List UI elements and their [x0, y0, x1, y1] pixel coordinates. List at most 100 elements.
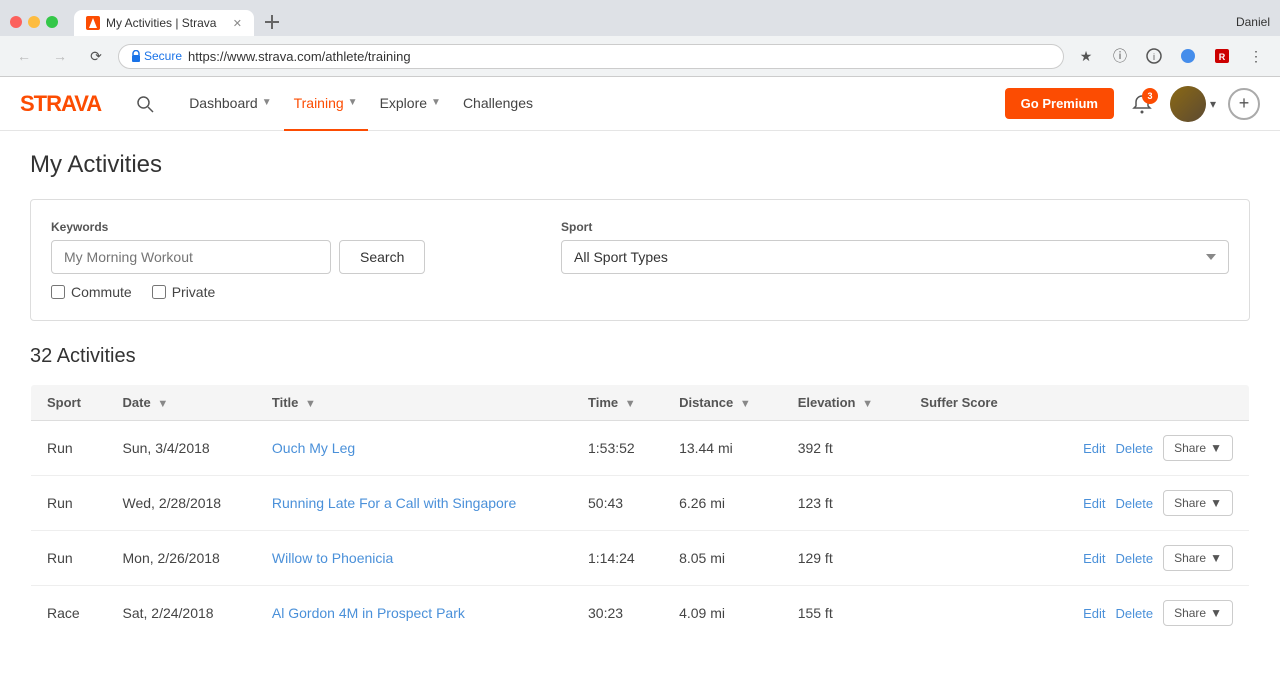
th-elevation[interactable]: Elevation ▼ — [782, 385, 905, 421]
activity-link[interactable]: Willow to Phoenicia — [272, 550, 393, 566]
browser-toolbar: ← → ⟳ Secure https://www.strava.com/athl… — [0, 36, 1280, 77]
filter-row: Keywords Search Sport All Sport Types — [51, 220, 1229, 274]
navbar: STRAVA Dashboard ▼ Training ▼ Explore ▼ … — [0, 77, 1280, 131]
search-button[interactable]: Search — [339, 240, 425, 274]
share-dropdown-arrow: ▼ — [1210, 441, 1222, 455]
row-elevation: 392 ft — [782, 421, 905, 476]
th-time[interactable]: Time ▼ — [572, 385, 663, 421]
keywords-input[interactable] — [51, 240, 331, 274]
row-actions: Edit Delete Share ▼ — [1030, 421, 1250, 476]
row-date: Mon, 2/26/2018 — [107, 531, 256, 586]
delete-button[interactable]: Delete — [1116, 551, 1154, 566]
filter-panel: Keywords Search Sport All Sport Types Co… — [30, 199, 1250, 321]
app: STRAVA Dashboard ▼ Training ▼ Explore ▼ … — [0, 77, 1280, 661]
share-dropdown-arrow: ▼ — [1210, 606, 1222, 620]
activities-count: 32 Activities — [30, 345, 1250, 368]
dashboard-dropdown-arrow: ▼ — [262, 97, 272, 108]
private-checkbox-label[interactable]: Private — [152, 284, 216, 300]
share-button[interactable]: Share ▼ — [1163, 435, 1233, 461]
delete-button[interactable]: Delete — [1116, 606, 1154, 621]
nav-links: Dashboard ▼ Training ▼ Explore ▼ Challen… — [179, 77, 984, 131]
go-premium-button[interactable]: Go Premium — [1005, 88, 1114, 119]
notification-badge: 3 — [1142, 88, 1158, 104]
table-row: Run Sun, 3/4/2018 Ouch My Leg 1:53:52 13… — [31, 421, 1250, 476]
row-sport: Run — [31, 476, 107, 531]
row-suffer — [904, 531, 1029, 586]
keywords-label: Keywords — [51, 220, 541, 234]
row-time: 50:43 — [572, 476, 663, 531]
edit-button[interactable]: Edit — [1083, 496, 1105, 511]
strava-logo[interactable]: STRAVA — [20, 91, 101, 117]
new-tab-button[interactable] — [258, 8, 286, 36]
table-header: Sport Date ▼ Title ▼ Time ▼ — [31, 385, 1250, 421]
sport-label: Sport — [561, 220, 1229, 234]
nav-item-challenges[interactable]: Challenges — [453, 77, 543, 131]
table-row: Race Sat, 2/24/2018 Al Gordon 4M in Pros… — [31, 586, 1250, 641]
extension-icon-3[interactable]: R — [1208, 42, 1236, 70]
th-sport: Sport — [31, 385, 107, 421]
activity-link[interactable]: Running Late For a Call with Singapore — [272, 495, 516, 511]
row-date: Sun, 3/4/2018 — [107, 421, 256, 476]
bookmark-icon[interactable]: ★ — [1072, 42, 1100, 70]
th-date[interactable]: Date ▼ — [107, 385, 256, 421]
back-button[interactable]: ← — [10, 42, 38, 70]
row-actions: Edit Delete Share ▼ — [1030, 531, 1250, 586]
share-button[interactable]: Share ▼ — [1163, 600, 1233, 626]
activity-link[interactable]: Al Gordon 4M in Prospect Park — [272, 605, 465, 621]
notifications-button[interactable]: 3 — [1126, 88, 1158, 120]
edit-button[interactable]: Edit — [1083, 551, 1105, 566]
extension-icon-1[interactable]: i — [1140, 42, 1168, 70]
reload-button[interactable]: ⟳ — [82, 42, 110, 70]
th-distance[interactable]: Distance ▼ — [663, 385, 782, 421]
th-actions — [1030, 385, 1250, 421]
table-row: Run Wed, 2/28/2018 Running Late For a Ca… — [31, 476, 1250, 531]
filter-checkboxes: Commute Private — [51, 284, 1229, 300]
nav-search-button[interactable] — [131, 90, 159, 118]
maximize-window-button[interactable] — [46, 16, 58, 28]
tab-close-button[interactable]: ✕ — [233, 17, 242, 30]
nav-item-explore[interactable]: Explore ▼ — [370, 77, 451, 131]
nav-right: Go Premium 3 ▾ + — [1005, 86, 1260, 122]
nav-item-training[interactable]: Training ▼ — [284, 77, 368, 131]
th-title[interactable]: Title ▼ — [256, 385, 572, 421]
delete-button[interactable]: Delete — [1116, 441, 1154, 456]
main-content: My Activities Keywords Search Sport All … — [0, 131, 1280, 661]
forward-button[interactable]: → — [46, 42, 74, 70]
row-time: 1:53:52 — [572, 421, 663, 476]
private-checkbox[interactable] — [152, 285, 166, 299]
info-icon[interactable]: ⓘ — [1106, 42, 1134, 70]
sport-select[interactable]: All Sport Types — [561, 240, 1229, 274]
minimize-window-button[interactable] — [28, 16, 40, 28]
table-row: Run Mon, 2/26/2018 Willow to Phoenicia 1… — [31, 531, 1250, 586]
row-distance: 6.26 mi — [663, 476, 782, 531]
close-window-button[interactable] — [10, 16, 22, 28]
commute-checkbox[interactable] — [51, 285, 65, 299]
edit-button[interactable]: Edit — [1083, 441, 1105, 456]
row-suffer — [904, 586, 1029, 641]
row-elevation: 155 ft — [782, 586, 905, 641]
title-sort-icon: ▼ — [305, 398, 316, 410]
delete-button[interactable]: Delete — [1116, 496, 1154, 511]
activity-link[interactable]: Ouch My Leg — [272, 440, 355, 456]
nav-item-dashboard[interactable]: Dashboard ▼ — [179, 77, 281, 131]
address-bar[interactable]: Secure https://www.strava.com/athlete/tr… — [118, 44, 1064, 69]
row-suffer — [904, 421, 1029, 476]
row-elevation: 129 ft — [782, 531, 905, 586]
row-sport: Run — [31, 421, 107, 476]
user-avatar[interactable] — [1170, 86, 1206, 122]
more-options-icon[interactable]: ⋮ — [1242, 42, 1270, 70]
user-menu[interactable]: ▾ — [1170, 86, 1216, 122]
row-title: Running Late For a Call with Singapore — [256, 476, 572, 531]
row-title: Willow to Phoenicia — [256, 531, 572, 586]
browser-tab-active[interactable]: My Activities | Strava ✕ — [74, 10, 254, 36]
share-button[interactable]: Share ▼ — [1163, 545, 1233, 571]
add-activity-button[interactable]: + — [1228, 88, 1260, 120]
distance-sort-icon: ▼ — [740, 398, 751, 410]
edit-button[interactable]: Edit — [1083, 606, 1105, 621]
row-distance: 8.05 mi — [663, 531, 782, 586]
share-dropdown-arrow: ▼ — [1210, 496, 1222, 510]
row-distance: 13.44 mi — [663, 421, 782, 476]
extension-icon-2[interactable] — [1174, 42, 1202, 70]
commute-checkbox-label[interactable]: Commute — [51, 284, 132, 300]
share-button[interactable]: Share ▼ — [1163, 490, 1233, 516]
